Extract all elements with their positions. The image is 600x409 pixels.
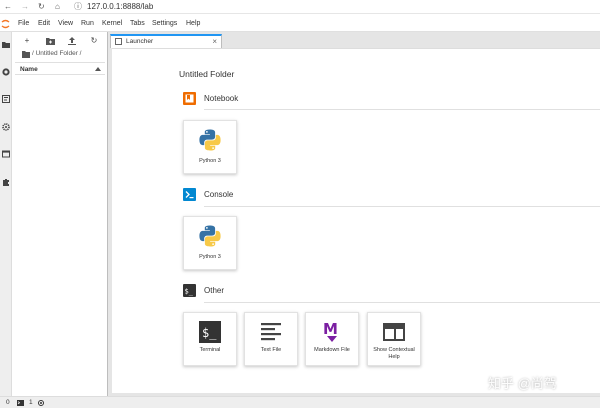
folder-icon[interactable] xyxy=(22,51,30,58)
python-icon xyxy=(199,225,221,247)
svg-text:$_: $_ xyxy=(185,288,194,296)
notebook-python3-card[interactable]: Python 3 xyxy=(183,120,237,174)
notebook-section-title: Notebook xyxy=(204,94,239,103)
notebook-section-icon xyxy=(183,92,196,105)
menu-bar: File Edit View Run Kernel Tabs Settings … xyxy=(0,16,600,32)
contextual-help-card[interactable]: Show Contextual Help xyxy=(367,312,421,366)
text-file-card[interactable]: Text File xyxy=(244,312,298,366)
gear-icon[interactable] xyxy=(2,123,10,131)
launcher-folder-title: Untitled Folder xyxy=(179,69,235,79)
markdown-icon: M xyxy=(323,320,338,342)
section-divider xyxy=(204,302,600,303)
card-label: Show Contextual Help xyxy=(373,347,415,360)
jupyter-logo-icon xyxy=(1,19,10,29)
other-section-title: Other xyxy=(204,286,225,295)
watermark: 知乎 @尚驾 xyxy=(488,376,557,391)
tab-launcher[interactable]: Launcher × xyxy=(110,34,222,48)
home-icon[interactable]: ⌂ xyxy=(55,0,60,14)
upload-button[interactable] xyxy=(68,37,76,45)
command-palette-icon[interactable] xyxy=(2,95,10,103)
card-label: Text File xyxy=(260,347,282,353)
card-label: Terminal xyxy=(199,347,221,353)
browser-toolbar: ← → ↻ ⌂ ⓘ 127.0.0.1:8888/lab xyxy=(0,0,600,14)
address-bar[interactable]: 127.0.0.1:8888/lab xyxy=(87,0,153,14)
terminal-status-icon xyxy=(17,400,24,406)
markdown-file-card[interactable]: M Markdown File xyxy=(305,312,359,366)
python-icon xyxy=(199,129,221,151)
terminal-card[interactable]: $_ Terminal xyxy=(183,312,237,366)
card-label: Python 3 xyxy=(199,158,221,164)
extension-puzzle-icon[interactable] xyxy=(2,178,10,186)
breadcrumb[interactable]: / Untitled Folder / xyxy=(32,50,82,57)
menu-tabs[interactable]: Tabs xyxy=(130,16,145,32)
tab-label: Launcher xyxy=(126,38,154,45)
section-divider xyxy=(204,109,600,110)
info-icon: ⓘ xyxy=(74,2,82,11)
activity-bar xyxy=(0,32,12,396)
console-section-title: Console xyxy=(204,190,234,199)
forward-arrow-icon[interactable]: → xyxy=(21,0,29,14)
menu-kernel[interactable]: Kernel xyxy=(102,16,122,32)
kernel-count[interactable]: 1 xyxy=(29,397,33,409)
card-label: Markdown File xyxy=(314,347,350,353)
launcher-tab-icon xyxy=(115,38,122,45)
console-section-icon xyxy=(183,188,196,201)
running-icon[interactable] xyxy=(2,68,10,76)
file-browser-panel: + ↻ / Untitled Folder / Name xyxy=(12,32,108,396)
folder-icon[interactable] xyxy=(2,41,10,49)
menu-settings[interactable]: Settings xyxy=(152,16,177,32)
console-python3-card[interactable]: Python 3 xyxy=(183,216,237,270)
menu-help[interactable]: Help xyxy=(186,16,200,32)
section-divider xyxy=(204,206,600,207)
refresh-button[interactable]: ↻ xyxy=(88,36,100,46)
launcher-panel: Untitled Folder Notebook Python 3 Consol… xyxy=(112,48,600,393)
svg-text:M: M xyxy=(323,320,338,338)
menu-view[interactable]: View xyxy=(58,16,73,32)
menu-edit[interactable]: Edit xyxy=(38,16,50,32)
back-arrow-icon[interactable]: ← xyxy=(4,0,12,14)
new-folder-button[interactable] xyxy=(46,37,55,45)
new-launcher-button[interactable]: + xyxy=(21,36,33,46)
close-icon[interactable]: × xyxy=(212,36,217,47)
card-label: Python 3 xyxy=(199,254,221,260)
contextual-help-icon xyxy=(383,323,405,341)
menu-run[interactable]: Run xyxy=(81,16,94,32)
file-list-header[interactable]: Name xyxy=(15,62,105,75)
terminal-icon: $_ xyxy=(199,321,221,343)
terminal-count[interactable]: 0 xyxy=(6,397,10,409)
status-bar: 0 1 xyxy=(0,396,600,408)
column-name-label[interactable]: Name xyxy=(20,63,38,76)
kernel-status-icon xyxy=(38,400,44,406)
other-section-icon: $_ xyxy=(183,284,196,297)
menu-file[interactable]: File xyxy=(18,16,29,32)
svg-text:$_: $_ xyxy=(202,326,217,340)
tabs-icon[interactable] xyxy=(2,150,10,158)
text-file-icon xyxy=(261,323,281,341)
sort-ascending-icon xyxy=(95,67,101,71)
reload-icon[interactable]: ↻ xyxy=(38,0,45,14)
